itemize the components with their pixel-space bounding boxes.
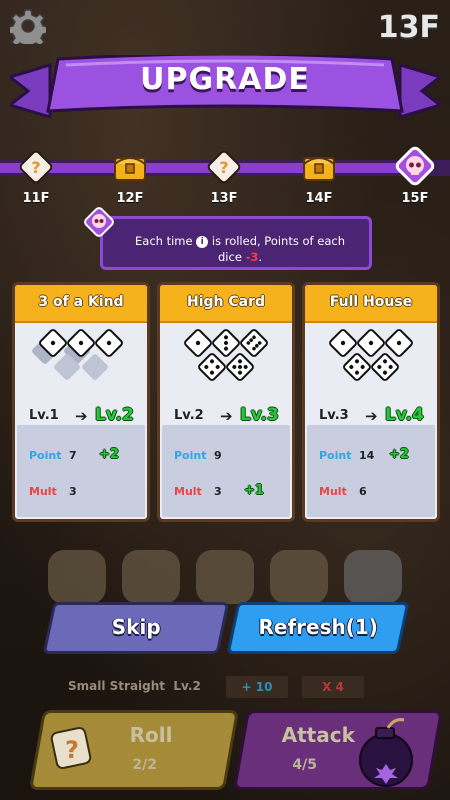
card-stats: Point 9 Mult 3 +1 — [162, 425, 290, 517]
floor-node-label: 12F — [116, 191, 144, 206]
point-bonus: +2 — [99, 447, 119, 462]
banner-title: UPGRADE — [140, 62, 310, 97]
mystery-dice-icon: ? — [50, 726, 92, 770]
tooltip-text: Each time i is rolled, Points of each di… — [135, 234, 345, 264]
floor-node-label: 11F — [22, 191, 50, 206]
hand-mult: X 4 — [302, 676, 364, 698]
floor-node-label: 15F — [401, 191, 429, 206]
level-current: Lv.3 — [319, 408, 349, 423]
floor-node-label: 14F — [305, 191, 333, 206]
floor-indicator: 13F — [377, 10, 440, 45]
arrow-right-icon: ➔ — [220, 407, 233, 425]
svg-text:?: ? — [31, 158, 40, 177]
mult-label: Mult — [319, 485, 347, 498]
mystery-dice-icon: ? — [19, 150, 53, 184]
mystery-dice-icon: ? — [207, 150, 241, 184]
floor-node-label: 13F — [210, 191, 238, 206]
treasure-chest-icon — [114, 157, 146, 181]
dice-icon — [329, 329, 413, 381]
dice-icon — [184, 329, 268, 381]
point-label: Point — [29, 449, 62, 462]
roll-count: 2/2 — [132, 757, 157, 773]
level-next: Lv.2 — [95, 405, 134, 425]
point-label: Point — [319, 449, 352, 462]
current-hand-row: Small Straight Lv.2 + 10 X 4 — [0, 676, 450, 698]
hand-name: Small Straight Lv.2 — [68, 679, 201, 693]
card-title: High Card — [160, 285, 292, 323]
level-row: Lv.3 ➔ Lv.4 — [305, 405, 437, 427]
level-row: Lv.1 ➔ Lv.2 — [15, 405, 147, 427]
skip-button[interactable]: Skip — [42, 602, 230, 654]
card-dice-illustration — [160, 323, 292, 403]
card-title: 3 of a Kind — [15, 285, 147, 323]
bomb-icon — [359, 718, 413, 787]
card-stats: Point 14 +2 Mult 6 — [307, 425, 435, 517]
boss-tooltip: Each time i is rolled, Points of each di… — [100, 216, 372, 270]
point-label: Point — [174, 449, 207, 462]
card-stats: Point 7 +2 Mult 3 — [17, 425, 145, 517]
dice-icon — [32, 329, 123, 380]
skull-icon — [84, 207, 114, 237]
mult-bonus: +1 — [244, 483, 264, 498]
refresh-button-label: Refresh(1) — [258, 615, 378, 639]
info-icon: i — [196, 235, 209, 248]
svg-text:?: ? — [219, 158, 228, 177]
skip-button-label: Skip — [111, 615, 161, 639]
gear-icon[interactable] — [10, 8, 46, 44]
point-value: 7 — [69, 449, 77, 462]
arrow-right-icon: ➔ — [75, 407, 88, 425]
svg-text:?: ? — [65, 736, 79, 764]
refresh-button[interactable]: Refresh(1) — [226, 602, 410, 654]
attack-count: 4/5 — [292, 757, 317, 773]
treasure-chest-icon — [303, 157, 335, 181]
level-current: Lv.1 — [29, 408, 59, 423]
skull-icon — [395, 146, 435, 186]
card-dice-illustration — [15, 323, 147, 403]
point-value: 9 — [214, 449, 222, 462]
level-next: Lv.4 — [385, 405, 424, 425]
level-current: Lv.2 — [174, 408, 204, 423]
hand-points: + 10 — [226, 676, 288, 698]
mult-value: 6 — [359, 485, 367, 498]
point-value: 14 — [359, 449, 375, 462]
mult-value: 3 — [214, 485, 222, 498]
point-bonus: +2 — [389, 447, 409, 462]
mult-label: Mult — [174, 485, 202, 498]
arrow-right-icon: ➔ — [365, 407, 378, 425]
upgrade-card-high-card[interactable]: High Card Lv.2 ➔ Lv.3 Point 9 Mult 3 +1 — [157, 282, 295, 522]
upgrade-card-three-of-a-kind[interactable]: 3 of a Kind Lv.1 ➔ Lv.2 Point 7 +2 Mult … — [12, 282, 150, 522]
upgrade-card-full-house[interactable]: Full House Lv.3 ➔ Lv.4 Point 14 +2 Mult … — [302, 282, 440, 522]
level-next: Lv.3 — [240, 405, 279, 425]
attack-label: Attack — [281, 723, 355, 747]
mult-label: Mult — [29, 485, 57, 498]
card-title: Full House — [305, 285, 437, 323]
level-row: Lv.2 ➔ Lv.3 — [160, 405, 292, 427]
mult-value: 3 — [69, 485, 77, 498]
roll-label: Roll — [129, 723, 173, 747]
card-dice-illustration — [305, 323, 437, 403]
